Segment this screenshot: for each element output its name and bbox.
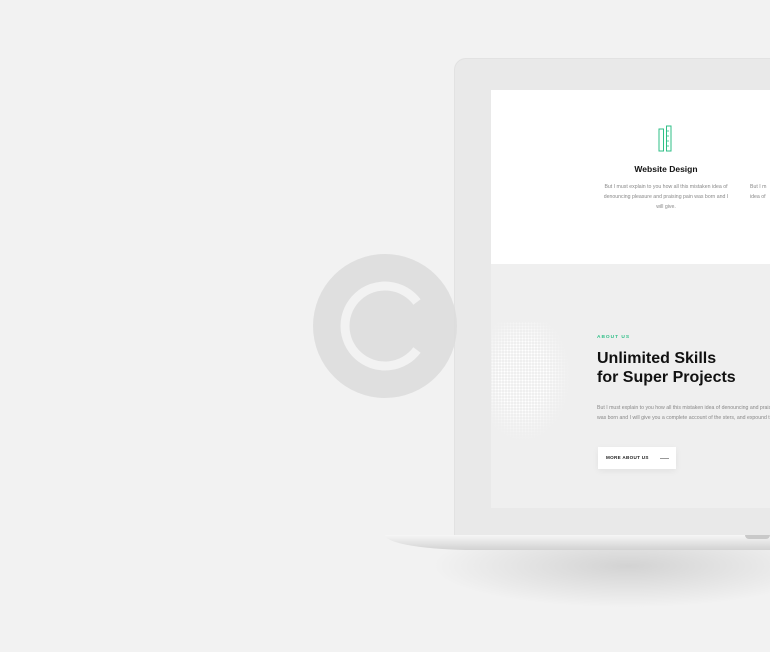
about-heading-line-2: for Super Projects — [597, 369, 736, 386]
service-description-next: But I m idea of — [750, 184, 767, 200]
pencil-ruler-icon — [658, 125, 672, 152]
about-section: ABOUT US Unlimited Skills for Super Proj… — [491, 264, 770, 508]
copyright-icon — [313, 254, 457, 398]
dot-world-map — [491, 322, 571, 442]
about-description: But I must explain to you how all this m… — [597, 405, 770, 421]
laptop-shadow — [430, 548, 770, 608]
about-heading: Unlimited Skills for Super Projects — [597, 349, 770, 387]
line-arrow-icon — [660, 458, 669, 459]
more-about-us-label: MORE ABOUT US — [606, 455, 649, 460]
services-section: Website Design But I must explain to you… — [491, 90, 770, 264]
laptop-screen: Website Design But I must explain to you… — [491, 90, 770, 508]
laptop-base — [385, 535, 770, 550]
laptop-base-notch — [745, 535, 770, 539]
service-description: But I must explain to you how all this m… — [603, 184, 729, 210]
more-about-us-button[interactable]: MORE ABOUT US — [598, 447, 676, 469]
about-heading-line-1: Unlimited Skills — [597, 350, 717, 367]
about-eyebrow: ABOUT US — [597, 335, 631, 340]
service-title: Website Design — [634, 164, 698, 174]
